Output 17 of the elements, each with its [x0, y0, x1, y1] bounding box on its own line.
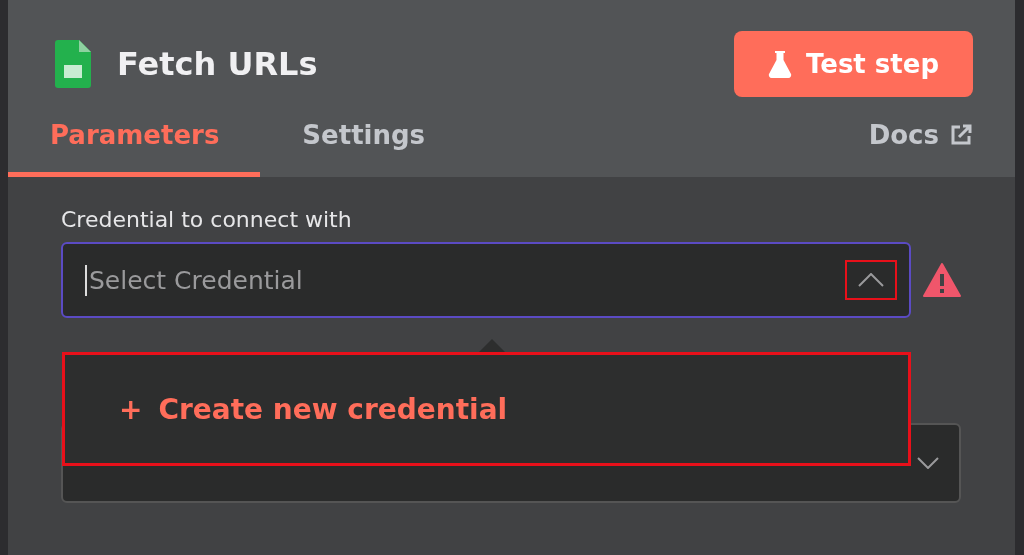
external-link-icon [949, 123, 973, 147]
spreadsheet-icon [55, 40, 91, 88]
create-credential-option[interactable]: + Create new credential [62, 352, 911, 466]
node-title: Fetch URLs [117, 45, 318, 83]
chevron-icon [858, 273, 884, 287]
credential-select[interactable]: Select Credential [61, 242, 911, 318]
test-step-button[interactable]: Test step [733, 31, 973, 97]
option-label: Create new credential [158, 392, 508, 426]
plus-icon: + [119, 392, 143, 426]
field-label: Credential to connect with [61, 207, 353, 232]
chevron-icon [917, 457, 939, 469]
tab[interactable]: Settings [260, 120, 467, 177]
chevron-button[interactable] [845, 260, 897, 300]
tab[interactable]: Parameters [8, 120, 261, 177]
docs-link[interactable]: Docs [868, 120, 973, 177]
credential-input[interactable]: Select Credential [85, 264, 845, 296]
flask-icon [767, 50, 792, 78]
